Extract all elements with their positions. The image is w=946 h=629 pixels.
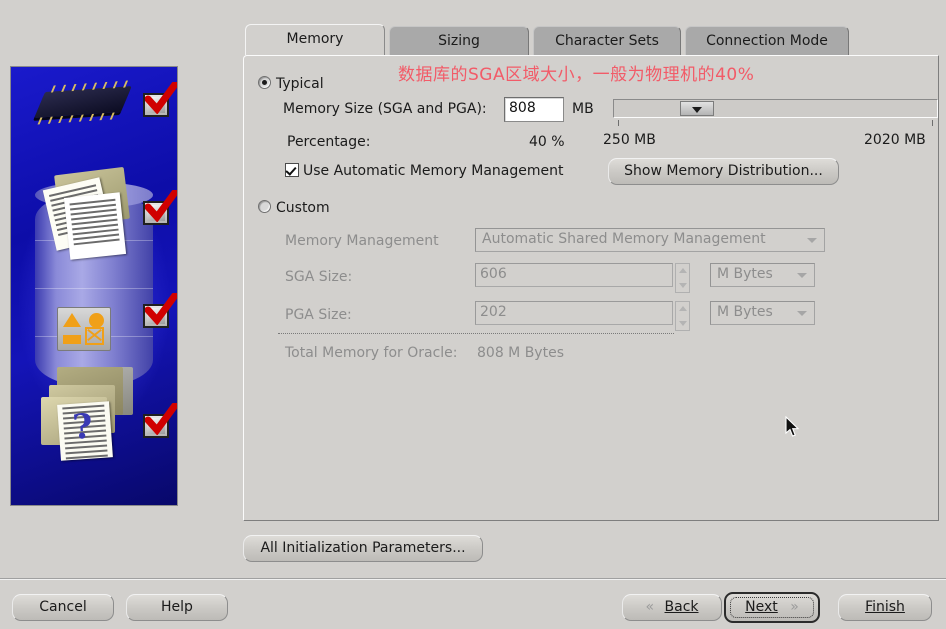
mouse-cursor [785,416,800,437]
tab-character-sets[interactable]: Character Sets [533,26,681,55]
memory-panel [243,55,939,521]
radio-typical-indicator [258,76,271,89]
help-button[interactable]: Help [126,594,228,621]
sga-size-label: SGA Size: [285,269,353,285]
slider-thumb-arrow-icon [692,107,702,113]
tab-memory[interactable]: Memory [245,24,385,55]
memory-size-label: Memory Size (SGA and PGA): [283,101,487,117]
sga-size-stepper[interactable] [675,263,690,293]
slider-tick-max [932,120,933,126]
radio-typical-label: Typical [276,76,324,92]
focus-ring [730,597,814,618]
pga-size-stepper[interactable] [675,301,690,331]
total-memory-label: Total Memory for Oracle: [285,345,458,361]
annotation-text: 数据库的SGA区域大小，一般为物理机的40% [398,65,755,85]
radio-custom-indicator [258,200,271,213]
memory-size-input[interactable]: 808 [504,97,564,122]
section-divider [278,333,674,334]
checkmark-icon [145,82,177,114]
finish-button[interactable]: Finish [838,594,932,621]
stepper-down-icon [679,283,687,288]
pga-size-label: PGA Size: [285,307,352,323]
wizard-illustration: ? [10,66,178,506]
chevron-down-icon [797,311,807,316]
checkmark-icon [145,403,177,435]
auto-memory-checkbox[interactable]: Use Automatic Memory Management [285,163,563,179]
chevron-down-icon [807,238,817,243]
back-button-label: Back [664,599,699,615]
memory-size-unit: MB [572,101,594,117]
stepper-up-icon [679,306,687,311]
cancel-button[interactable]: Cancel [12,594,114,621]
tab-sizing[interactable]: Sizing [389,26,529,55]
sga-size-input[interactable]: 606 [475,263,673,287]
finish-button-label: Finish [865,599,905,615]
step-check-3 [143,293,177,328]
sga-size-unit-select[interactable]: M Bytes [710,263,815,287]
slider-max-label: 2020 MB [864,132,926,148]
step-check-2 [143,190,177,225]
step-check-4 [143,403,177,438]
tab-bar: Memory Sizing Character Sets Connection … [245,24,939,56]
pga-size-input[interactable]: 202 [475,301,673,325]
radio-custom-label: Custom [276,200,330,216]
shapes-icon [57,307,111,351]
auto-memory-checkbox-box [285,163,299,177]
memory-management-label: Memory Management [285,233,439,249]
pga-size-unit: M Bytes [717,304,773,320]
checkmark-icon [145,293,177,325]
show-memory-distribution-button[interactable]: Show Memory Distribution... [608,158,839,185]
dbca-window: ? Memory Sizing Character Sets Connectio… [0,0,946,629]
slider-min-label: 250 MB [603,132,656,148]
chip-icon [34,80,132,125]
back-arrow-icon: « [645,599,655,615]
back-button[interactable]: « Back [622,594,722,621]
total-memory-value: 808 M Bytes [477,345,564,361]
memory-management-select[interactable]: Automatic Shared Memory Management [475,228,825,252]
percentage-label: Percentage: [287,134,371,150]
document-icon [63,192,127,260]
sga-size-unit: M Bytes [717,266,773,282]
footer-divider [0,578,946,580]
stepper-up-icon [679,268,687,273]
next-button[interactable]: Next » [724,592,820,623]
folders-question-icon: ? [41,367,133,461]
auto-memory-label: Use Automatic Memory Management [303,163,564,179]
step-check-1 [143,82,177,117]
percentage-value: 40 % [529,134,565,150]
memory-size-slider[interactable] [613,99,938,118]
all-initialization-parameters-button[interactable]: All Initialization Parameters... [243,535,483,562]
tab-connection-mode[interactable]: Connection Mode [685,26,849,55]
checkmark-icon [145,190,177,222]
radio-custom[interactable]: Custom [258,200,330,216]
slider-tick-min [618,120,619,126]
stepper-down-icon [679,321,687,326]
pga-size-unit-select[interactable]: M Bytes [710,301,815,325]
chevron-down-icon [797,273,807,278]
slider-thumb[interactable] [680,101,714,116]
memory-management-value: Automatic Shared Memory Management [482,231,766,247]
radio-typical[interactable]: Typical [258,76,324,92]
